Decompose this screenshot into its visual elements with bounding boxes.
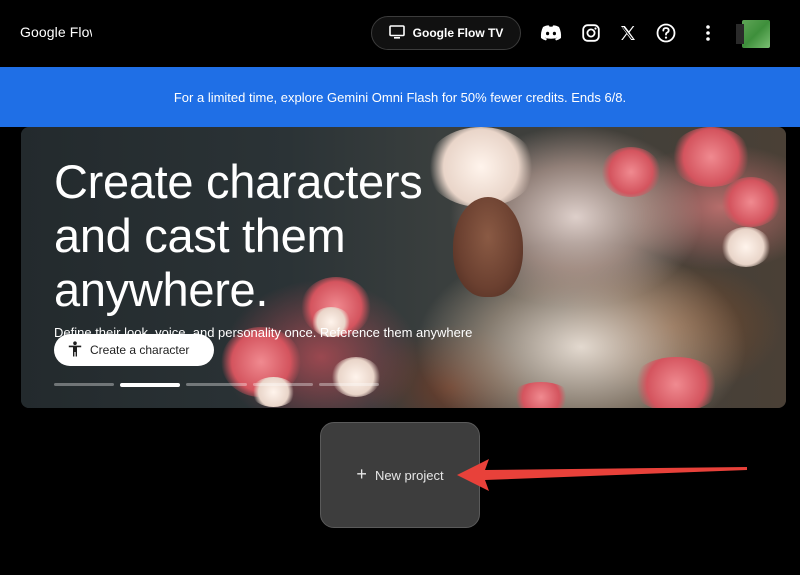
carousel-dot-active[interactable] [120, 383, 181, 387]
hero-decoration [721, 177, 781, 227]
hero-decoration [331, 357, 381, 397]
create-character-button[interactable]: Create a character [54, 334, 214, 366]
carousel-indicators [54, 383, 380, 387]
plus-icon: + [356, 464, 367, 484]
instagram-icon[interactable] [580, 22, 602, 44]
promo-banner[interactable]: For a limited time, explore Gemini Omni … [0, 67, 800, 127]
tv-button-label: Google Flow TV [412, 26, 504, 40]
top-bar: Google Flow Google Flow TV [0, 0, 800, 66]
discord-icon[interactable] [540, 22, 562, 44]
help-icon[interactable] [655, 22, 677, 44]
promo-banner-text: For a limited time, explore Gemini Omni … [173, 89, 627, 105]
hero-title: Create characters and cast them anywhere… [54, 155, 423, 316]
carousel-dot[interactable] [318, 383, 380, 386]
hero-decoration [511, 382, 571, 408]
brand-name[interactable]: Google Flow [20, 24, 92, 40]
carousel-dot[interactable] [54, 383, 115, 386]
tv-icon [388, 24, 405, 42]
carousel-dot[interactable] [252, 383, 313, 386]
hero-decoration [251, 377, 296, 407]
carousel-dot[interactable] [186, 383, 247, 386]
hero-decoration [631, 357, 721, 408]
hero-carousel[interactable]: Create characters and cast them anywhere… [21, 127, 786, 408]
create-character-label: Create a character [90, 343, 190, 357]
hero-decoration [601, 147, 661, 197]
x-icon[interactable] [617, 22, 639, 44]
new-project-label: New project [374, 467, 444, 483]
accessibility-person-icon [68, 340, 82, 360]
annotation-arrow [457, 459, 747, 491]
user-avatar[interactable] [736, 20, 770, 48]
google-flow-tv-button[interactable]: Google Flow TV [371, 16, 521, 50]
more-vert-icon[interactable] [697, 22, 719, 44]
page: Google Flow Google Flow TV For a limited… [0, 0, 800, 575]
hero-decoration [721, 227, 771, 267]
